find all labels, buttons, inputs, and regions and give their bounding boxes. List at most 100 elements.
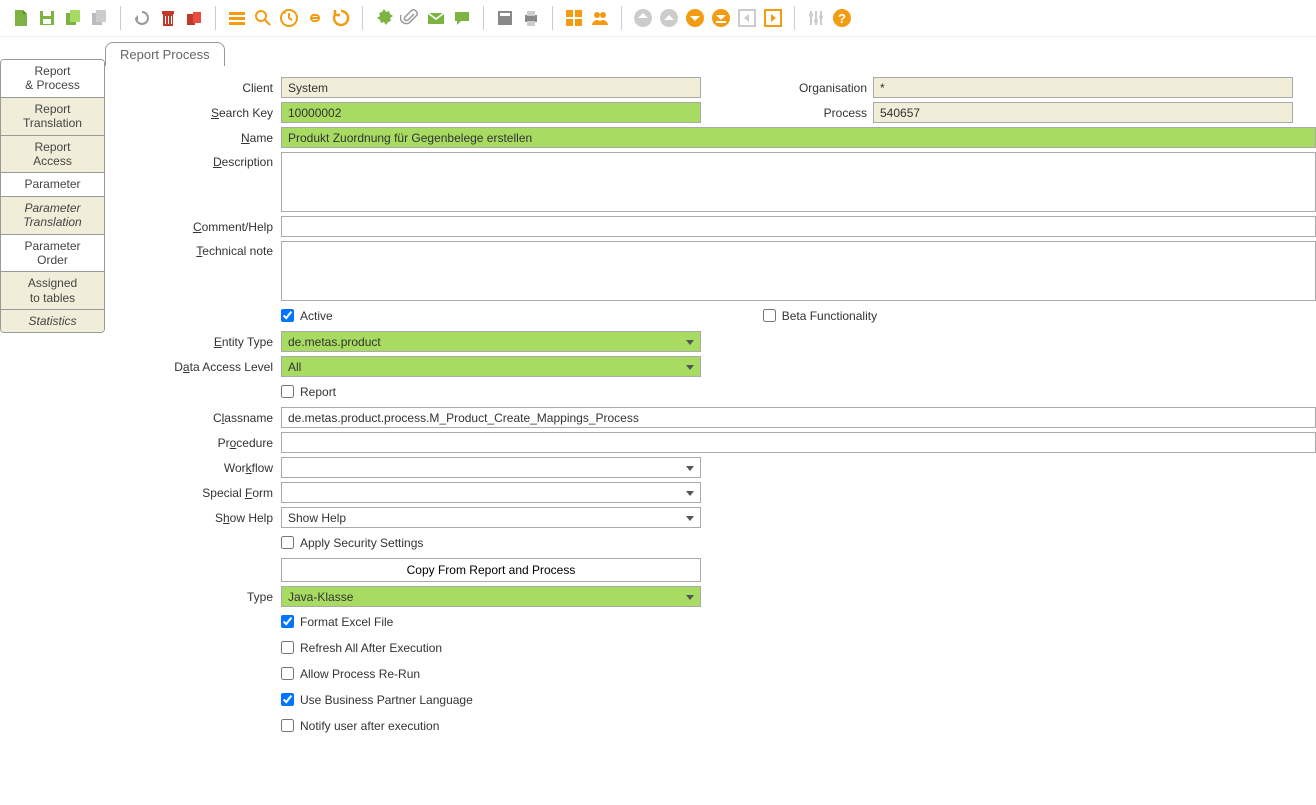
link-icon[interactable] [304,7,326,29]
delete-all-icon[interactable] [183,7,205,29]
organisation-field[interactable] [873,77,1293,98]
sidebar-item-report-translation[interactable]: Report Translation [1,98,104,136]
separator [120,6,121,30]
refresh-all-checkbox[interactable] [281,641,294,654]
delete-icon[interactable] [157,7,179,29]
allow-rerun-label: Allow Process Re-Run [300,667,420,681]
sidebar-item-report-process[interactable]: Report & Process [1,60,104,98]
comment-label: Comment/Help [105,220,275,234]
separator [483,6,484,30]
dropdown-value: de.metas.product [288,335,381,349]
attachment-icon[interactable] [399,7,421,29]
dropdown-value: All [288,360,301,374]
format-excel-checkbox[interactable] [281,615,294,628]
history-icon[interactable] [278,7,300,29]
entity-type-label: Entity Type [105,335,275,349]
report-checkbox[interactable] [281,385,294,398]
copy-icon[interactable] [62,7,84,29]
last-icon[interactable] [710,7,732,29]
procedure-label: Procedure [105,436,275,450]
sidebar-item-parameter[interactable]: Parameter [1,173,104,196]
tab-report-process[interactable]: Report Process [105,42,225,66]
users-icon[interactable] [589,7,611,29]
client-field[interactable] [281,77,701,98]
sidebar-tabs: Report & Process Report Translation Repo… [0,59,105,333]
description-label: Description [105,152,275,169]
sidebar-item-label: Report [34,102,70,116]
sidebar-item-statistics[interactable]: Statistics [1,310,104,332]
refresh-all-label: Refresh All After Execution [300,641,442,655]
type-label: Type [105,590,275,604]
save-icon[interactable] [36,7,58,29]
client-label: Client [105,81,275,95]
form-area: Client Organisation Search Key Process N… [105,67,1316,761]
data-access-dropdown[interactable]: All [281,356,701,377]
notify-user-label: Notify user after execution [300,719,439,733]
name-field[interactable] [281,127,1316,148]
data-access-label: Data Access Level [105,360,275,374]
refresh-icon[interactable] [330,7,352,29]
sidebar-item-label: Parameter [24,201,80,215]
next-icon[interactable] [762,7,784,29]
sidebar-item-label: Parameter [24,239,80,253]
sidebar-item-label: Order [37,253,68,267]
type-dropdown[interactable]: Java-Klasse [281,586,701,607]
sidebar-item-label: & Process [25,78,80,92]
technical-note-field[interactable] [281,241,1316,301]
search-icon[interactable] [252,7,274,29]
use-bp-lang-checkbox[interactable] [281,693,294,706]
technical-note-label: Technical note [105,241,275,258]
dropdown-value: Java-Klasse [288,590,353,604]
tab-header: Report Process [105,37,1316,67]
special-form-dropdown[interactable] [281,482,701,503]
search-key-field[interactable] [281,102,701,123]
classname-field[interactable] [281,407,1316,428]
separator [794,6,795,30]
copy-disabled-icon [88,7,110,29]
sidebar-item-label: Translation [23,116,82,130]
dropdown-value: Show Help [288,511,346,525]
sidebar-item-parameter-order[interactable]: Parameter Order [1,235,104,273]
notify-user-checkbox[interactable] [281,719,294,732]
apps-icon[interactable] [563,7,585,29]
show-help-dropdown[interactable]: Show Help [281,507,701,528]
toolbar: ? [0,0,1316,37]
active-checkbox[interactable] [281,309,294,322]
sidebar-item-label: Report [34,64,70,78]
new-icon[interactable] [10,7,32,29]
copy-from-button[interactable]: Copy From Report and Process [281,558,701,582]
sidebar-item-label: Translation [23,215,81,229]
procedure-field[interactable] [281,432,1316,453]
mail-icon[interactable] [425,7,447,29]
entity-type-dropdown[interactable]: de.metas.product [281,331,701,352]
format-excel-label: Format Excel File [300,615,393,629]
workflow-dropdown[interactable] [281,457,701,478]
first-icon [632,7,654,29]
sidebar-item-assigned-tables[interactable]: Assigned to tables [1,272,104,310]
active-label: Active [300,309,333,323]
process-label: Process [747,106,867,120]
search-key-label: Search Key [105,106,275,120]
apply-security-checkbox[interactable] [281,536,294,549]
beta-checkbox[interactable] [763,309,776,322]
comment-field[interactable] [281,216,1316,237]
undo-icon[interactable] [131,7,153,29]
grid-icon[interactable] [226,7,248,29]
description-field[interactable] [281,152,1316,212]
sidebar-item-label: to tables [30,291,75,305]
organisation-label: Organisation [747,81,867,95]
help-icon[interactable]: ? [831,7,853,29]
archive-icon[interactable] [494,7,516,29]
gear-icon[interactable] [373,7,395,29]
up-icon [658,7,680,29]
workflow-label: Workflow [105,461,275,475]
beta-label: Beta Functionality [782,309,877,323]
sidebar-item-label: Report [34,140,70,154]
allow-rerun-checkbox[interactable] [281,667,294,680]
chat-icon[interactable] [451,7,473,29]
down-icon[interactable] [684,7,706,29]
print-icon[interactable] [520,7,542,29]
process-field[interactable] [873,102,1293,123]
sidebar-item-report-access[interactable]: Report Access [1,136,104,174]
sidebar-item-parameter-translation[interactable]: Parameter Translation [1,197,104,235]
